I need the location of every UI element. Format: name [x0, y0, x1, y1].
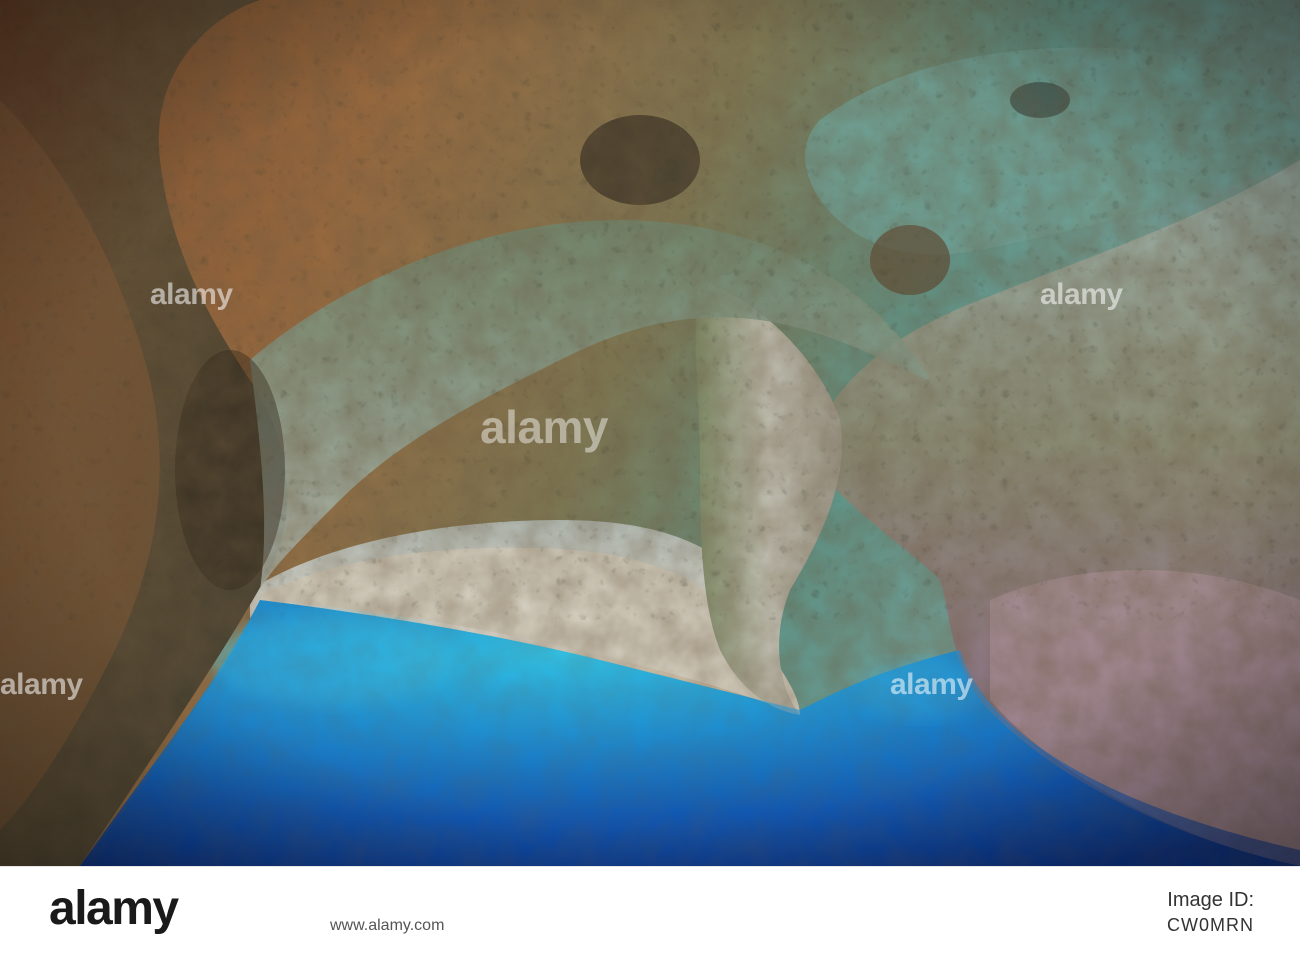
- image-id: CW0MRN: [1167, 915, 1254, 935]
- alamy-logo[interactable]: alamy: [49, 881, 179, 936]
- site-url[interactable]: www.alamy.com: [330, 917, 444, 935]
- image-id-label: Image ID:: [1167, 889, 1254, 911]
- stock-footer: alamy Image ID: CW0MRN www.alamy.com: [0, 866, 1300, 957]
- cave-photo: alamy alamy alamy alamy alamy: [0, 0, 1300, 866]
- cave-illustration: [0, 0, 1300, 866]
